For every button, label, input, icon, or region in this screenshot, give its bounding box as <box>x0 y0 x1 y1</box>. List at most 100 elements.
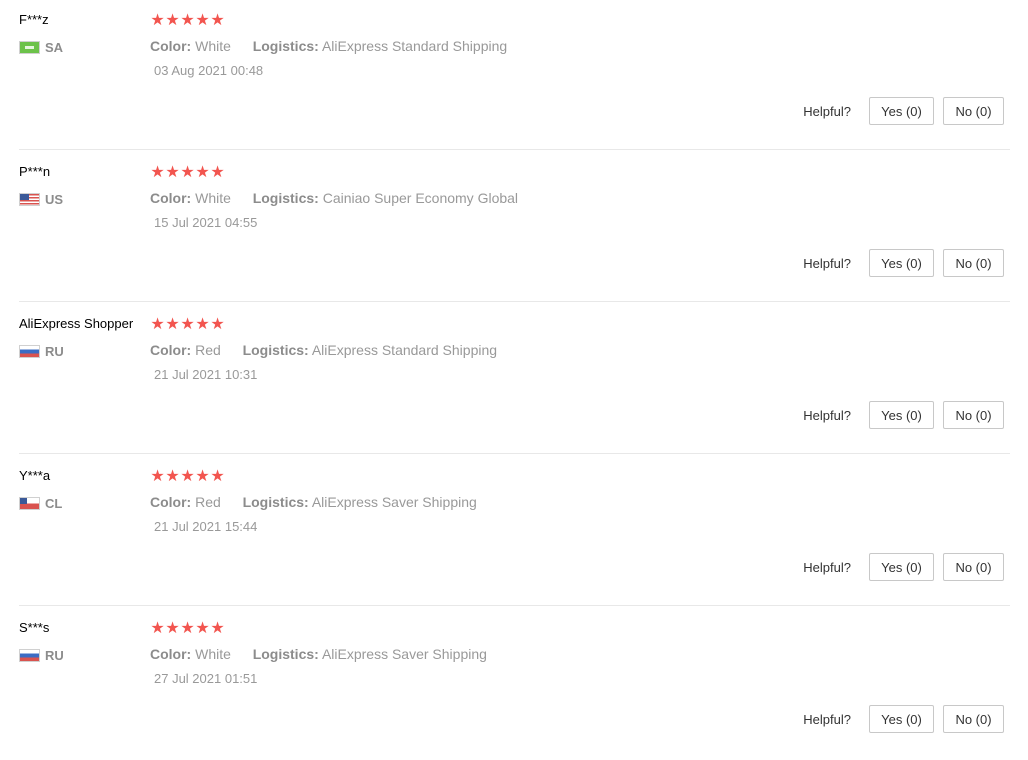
star-icon: ★ <box>180 164 195 181</box>
star-rating: ★ ★ ★ ★ ★ <box>150 620 225 637</box>
review-date: 27 Jul 2021 01:51 <box>154 671 258 686</box>
helpful-yes-button[interactable]: Yes (0) <box>869 401 934 429</box>
russia-flag-icon <box>19 344 40 358</box>
star-icon: ★ <box>180 468 195 485</box>
star-rating: ★ ★ ★ ★ ★ <box>150 316 225 333</box>
star-icon: ★ <box>165 316 180 333</box>
country-code: US <box>45 191 64 207</box>
country-code: SA <box>45 39 64 55</box>
helpful-label: Helpful? <box>803 255 851 271</box>
review-date: 15 Jul 2021 04:55 <box>154 215 258 230</box>
star-icon: ★ <box>165 620 180 637</box>
reviewer-name: P***n <box>19 164 51 179</box>
color-label: Color: <box>150 342 192 358</box>
usa-flag-icon <box>19 192 40 206</box>
helpful-controls: Helpful? Yes (0) No (0) <box>803 401 1004 429</box>
color-value: White <box>195 38 231 54</box>
star-icon: ★ <box>195 12 210 29</box>
helpful-yes-button[interactable]: Yes (0) <box>869 249 934 277</box>
helpful-no-button[interactable]: No (0) <box>943 705 1004 733</box>
star-icon: ★ <box>150 12 165 29</box>
star-icon: ★ <box>180 12 195 29</box>
logistics-label: Logistics: <box>242 342 309 358</box>
reviewer-name: Y***a <box>19 468 51 483</box>
star-icon: ★ <box>210 316 225 333</box>
reviewer-name: AliExpress Shopper <box>19 316 134 331</box>
logistics-value: AliExpress Saver Shipping <box>311 494 477 510</box>
color-value: White <box>195 190 231 206</box>
review-date: 21 Jul 2021 15:44 <box>154 519 258 534</box>
review-date: 21 Jul 2021 10:31 <box>154 367 258 382</box>
review-attributes: Color: Red Logistics: AliExpress Standar… <box>150 342 497 358</box>
reviewer-country: SA <box>19 39 63 55</box>
logistics-value: AliExpress Standard Shipping <box>311 342 498 358</box>
divider <box>19 453 1010 454</box>
review-attributes: Color: White Logistics: AliExpress Stand… <box>150 38 507 54</box>
helpful-yes-button[interactable]: Yes (0) <box>869 553 934 581</box>
review-date: 03 Aug 2021 00:48 <box>154 63 264 78</box>
divider <box>19 149 1010 150</box>
review-item: Y***a CL ★ ★ ★ ★ ★ Color: Red Logistics:… <box>0 456 1028 608</box>
star-icon: ★ <box>210 620 225 637</box>
helpful-label: Helpful? <box>803 407 851 423</box>
saudi-arabia-flag-icon <box>19 40 40 54</box>
star-icon: ★ <box>150 316 165 333</box>
divider <box>19 301 1010 302</box>
review-attributes: Color: White Logistics: Cainiao Super Ec… <box>150 190 518 206</box>
star-icon: ★ <box>165 468 180 485</box>
color-label: Color: <box>150 38 192 54</box>
reviewer-country: RU <box>19 343 64 359</box>
helpful-controls: Helpful? Yes (0) No (0) <box>803 705 1004 733</box>
reviewer-name: S***s <box>19 620 50 635</box>
helpful-controls: Helpful? Yes (0) No (0) <box>803 249 1004 277</box>
chile-flag-icon <box>19 496 40 510</box>
helpful-no-button[interactable]: No (0) <box>943 553 1004 581</box>
reviewer-country: RU <box>19 647 64 663</box>
review-attributes: Color: White Logistics: AliExpress Saver… <box>150 646 487 662</box>
russia-flag-icon <box>19 648 40 662</box>
review-item: P***n US ★ ★ ★ ★ ★ Color: White Logistic… <box>0 152 1028 304</box>
reviewer-country: CL <box>19 495 62 511</box>
logistics-value: AliExpress Standard Shipping <box>321 38 508 54</box>
logistics-label: Logistics: <box>252 646 319 662</box>
star-icon: ★ <box>180 620 195 637</box>
country-code: RU <box>45 647 64 663</box>
star-icon: ★ <box>150 468 165 485</box>
star-icon: ★ <box>210 12 225 29</box>
review-item: S***s RU ★ ★ ★ ★ ★ Color: White Logistic… <box>0 608 1028 760</box>
helpful-yes-button[interactable]: Yes (0) <box>869 705 934 733</box>
star-icon: ★ <box>195 620 210 637</box>
helpful-label: Helpful? <box>803 559 851 575</box>
color-value: Red <box>195 494 221 510</box>
star-icon: ★ <box>195 468 210 485</box>
color-value: White <box>195 646 231 662</box>
star-icon: ★ <box>165 164 180 181</box>
star-icon: ★ <box>180 316 195 333</box>
star-icon: ★ <box>195 316 210 333</box>
star-rating: ★ ★ ★ ★ ★ <box>150 164 225 181</box>
country-code: RU <box>45 343 64 359</box>
helpful-label: Helpful? <box>803 103 851 119</box>
star-icon: ★ <box>150 164 165 181</box>
logistics-label: Logistics: <box>242 494 309 510</box>
logistics-label: Logistics: <box>252 190 319 206</box>
star-icon: ★ <box>210 468 225 485</box>
helpful-no-button[interactable]: No (0) <box>943 401 1004 429</box>
color-label: Color: <box>150 190 192 206</box>
star-icon: ★ <box>150 620 165 637</box>
helpful-controls: Helpful? Yes (0) No (0) <box>803 553 1004 581</box>
reviewer-country: US <box>19 191 63 207</box>
review-item: F***z SA ★ ★ ★ ★ ★ Color: White Logistic… <box>0 0 1028 152</box>
helpful-controls: Helpful? Yes (0) No (0) <box>803 97 1004 125</box>
logistics-value: AliExpress Saver Shipping <box>321 646 487 662</box>
country-code: CL <box>45 495 63 511</box>
helpful-no-button[interactable]: No (0) <box>943 97 1004 125</box>
color-label: Color: <box>150 646 192 662</box>
helpful-yes-button[interactable]: Yes (0) <box>869 97 934 125</box>
review-attributes: Color: Red Logistics: AliExpress Saver S… <box>150 494 477 510</box>
reviewer-name: F***z <box>19 12 49 27</box>
star-icon: ★ <box>165 12 180 29</box>
helpful-no-button[interactable]: No (0) <box>943 249 1004 277</box>
star-rating: ★ ★ ★ ★ ★ <box>150 468 225 485</box>
color-label: Color: <box>150 494 192 510</box>
